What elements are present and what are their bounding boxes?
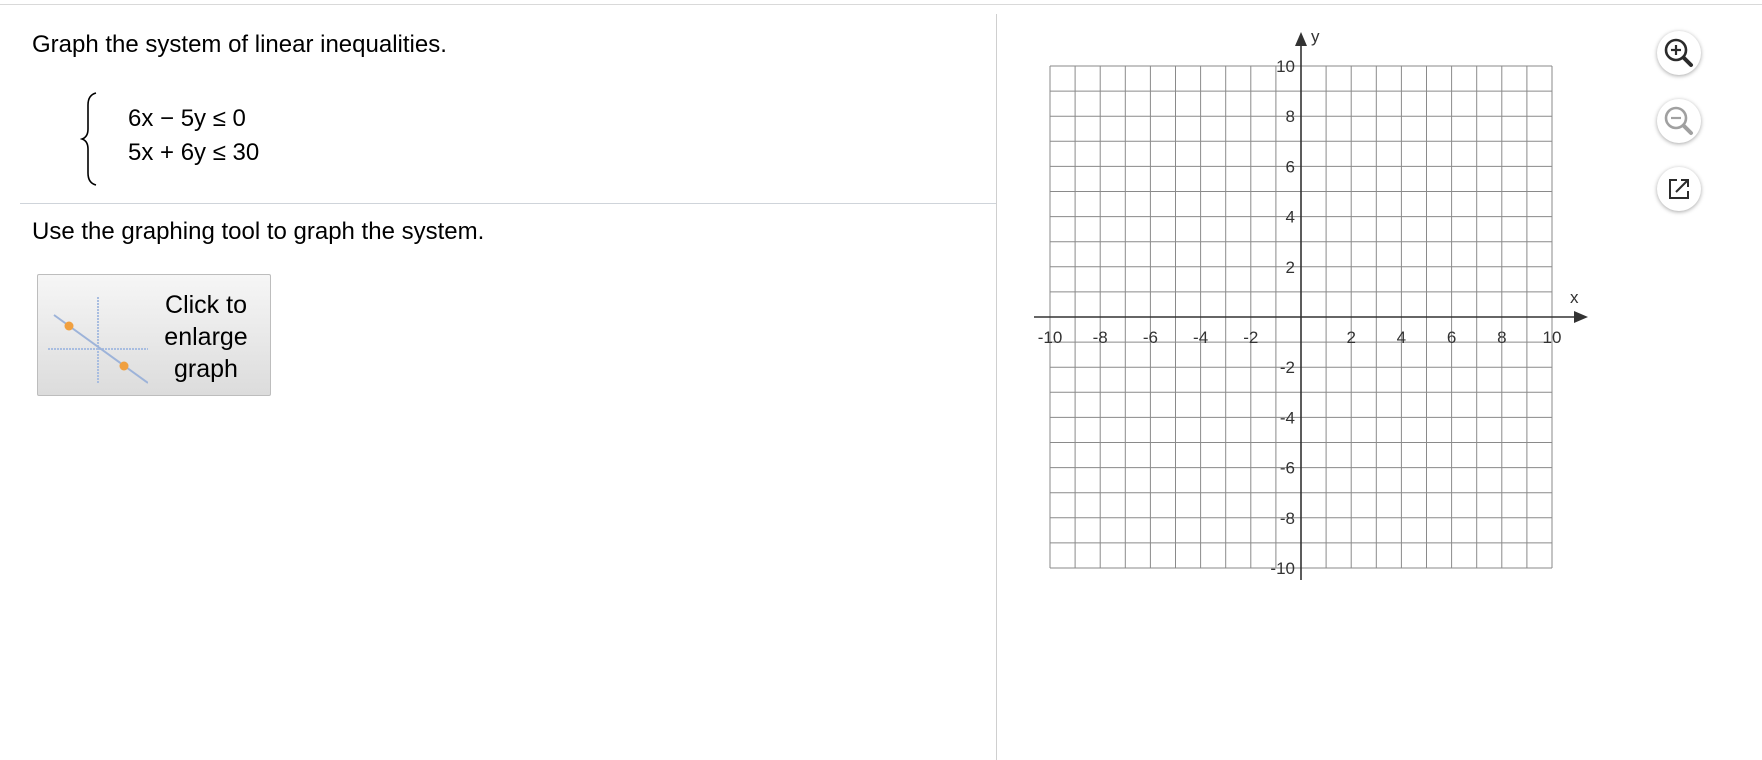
x-tick-label: -10 <box>1038 328 1063 347</box>
y-tick-label: 10 <box>1276 57 1295 76</box>
enlarge-label-line-2: enlarge <box>164 323 248 351</box>
y-tick-label: -8 <box>1280 509 1295 528</box>
y-tick-label: 6 <box>1286 157 1295 176</box>
enlarge-label-line-1: Click to <box>165 291 247 319</box>
y-axis-label: y <box>1311 27 1320 46</box>
zoom-out-button[interactable] <box>1657 99 1701 143</box>
zoom-in-button[interactable] <box>1657 31 1701 75</box>
left-brace <box>80 92 97 186</box>
x-tick-label: 10 <box>1543 328 1562 347</box>
zoom-out-icon <box>1664 106 1693 135</box>
graph-instruction: Use the graphing tool to graph the syste… <box>32 218 485 245</box>
x-tick-label: 8 <box>1497 328 1506 347</box>
popout-button[interactable] <box>1657 167 1701 211</box>
axes <box>1034 32 1588 580</box>
enlarge-label-line-3: graph <box>174 355 238 383</box>
question-prompt: Graph the system of linear inequalities. <box>32 31 447 58</box>
external-link-icon <box>1669 179 1689 199</box>
x-axis-arrow <box>1574 311 1588 323</box>
y-tick-label: 4 <box>1286 208 1295 227</box>
zoom-in-icon <box>1664 38 1693 67</box>
tick-labels: x y -10 -8 -6 -4 -2 2 4 6 8 10 10 8 6 4 2 -2 -4 -6 -8 -10 <box>1038 27 1579 578</box>
x-tick-label: -8 <box>1093 328 1108 347</box>
y-tick-label: -2 <box>1280 358 1295 377</box>
y-tick-label: 2 <box>1286 258 1295 277</box>
inequality-2: 5x + 6y ≤ 30 <box>128 139 260 166</box>
y-tick-label: -10 <box>1270 559 1295 578</box>
y-axis-arrow <box>1295 32 1307 46</box>
x-tick-label: 6 <box>1447 328 1456 347</box>
section-divider <box>20 203 996 204</box>
graph-thumbnail-icon <box>48 297 148 384</box>
inequality-1: 6x − 5y ≤ 0 <box>128 105 246 132</box>
x-tick-label: 2 <box>1346 328 1355 347</box>
y-tick-label: 8 <box>1286 107 1295 126</box>
inequality-system: 6x − 5y ≤ 0 5x + 6y ≤ 30 <box>80 89 320 189</box>
x-axis-label: x <box>1570 288 1579 307</box>
x-tick-label: -4 <box>1193 328 1208 347</box>
y-tick-label: -4 <box>1280 408 1295 427</box>
x-tick-label: -6 <box>1143 328 1158 347</box>
x-tick-label: -2 <box>1243 328 1258 347</box>
x-tick-label: 4 <box>1397 328 1406 347</box>
enlarge-graph-label: Click to enlarge graph <box>146 289 266 385</box>
graph-pane: x y -10 -8 -6 -4 -2 2 4 6 8 10 10 8 6 4 2 -2 -4 -6 -8 -10 <box>997 5 1762 760</box>
coordinate-plane[interactable]: x y -10 -8 -6 -4 -2 2 4 6 8 10 10 8 6 4 2 -2 -4 -6 -8 -10 <box>997 5 1647 665</box>
enlarge-graph-button[interactable]: Click to enlarge graph <box>37 274 271 396</box>
y-tick-label: -6 <box>1280 459 1295 478</box>
